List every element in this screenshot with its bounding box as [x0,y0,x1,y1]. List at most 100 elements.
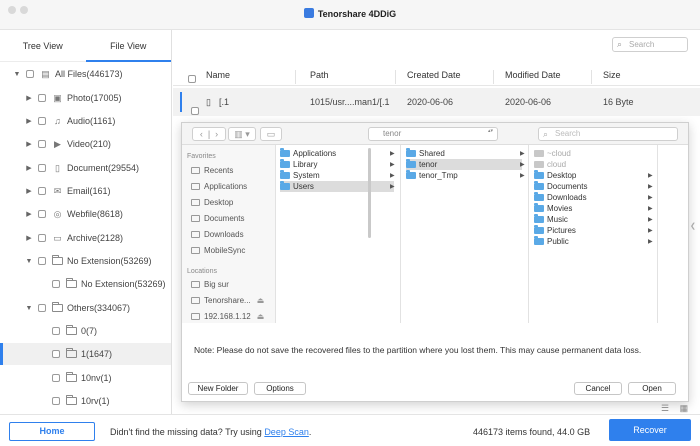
tree-item-archive[interactable]: ▶ ▭ Archive(2128) [0,227,171,249]
tree-item-all-files[interactable]: ▼ ▤ All Files(446173) [0,63,171,85]
expand-triangle-icon[interactable]: ▶ [24,94,34,102]
cancel-button[interactable]: Cancel [574,382,622,395]
column-item-desktop[interactable]: Desktop [534,170,576,181]
checkbox[interactable] [188,75,196,83]
tree-item-1[interactable]: 1(1647) [0,343,171,365]
checkbox[interactable] [38,210,46,218]
column-item-tenor-tmp[interactable]: tenor_Tmp [406,170,522,181]
checkbox[interactable] [52,280,60,288]
column-item-library[interactable]: Library [280,159,394,170]
checkbox[interactable] [38,257,46,265]
column-divider[interactable] [295,70,296,84]
tree-item-audio[interactable]: ▶ ♫ Audio(1161) [0,110,171,132]
sidebar-mobilesync[interactable]: MobileSync [191,246,245,255]
tree-item-0[interactable]: 0(7) [0,320,171,342]
column-size[interactable]: Size [603,70,621,80]
column-item-applications[interactable]: Applications [280,148,394,159]
checkbox[interactable] [38,94,46,102]
column-item-users[interactable]: Users [280,181,394,192]
tree-item-video[interactable]: ▶ ▶ Video(210) [0,133,171,155]
tree-item-document[interactable]: ▶ ▯ Document(29554) [0,157,171,179]
checkbox[interactable] [52,374,60,382]
eject-icon[interactable]: ⏏ [257,312,265,321]
sidebar-documents[interactable]: Documents [191,214,244,223]
column-item-downloads[interactable]: Downloads [534,192,587,203]
folder-icon [406,159,416,168]
checkbox[interactable] [38,140,46,148]
collapse-triangle-icon[interactable]: ▼ [24,258,34,265]
expand-triangle-icon[interactable]: ▶ [24,117,34,125]
column-modified[interactable]: Modified Date [505,70,561,80]
collapse-triangle-icon[interactable]: ▼ [24,305,34,312]
table-row[interactable]: ▯ [.1 1015/usr....man1/[.1 2020-06-06 20… [173,88,700,116]
checkbox[interactable] [26,70,34,78]
tree-item-email[interactable]: ▶ ✉ Email(161) [0,180,171,202]
new-folder-button[interactable]: New Folder [188,382,248,395]
checkbox[interactable] [38,187,46,195]
search-input[interactable]: Search [612,37,688,52]
sidebar-desktop[interactable]: Desktop [191,198,233,207]
column-item-system[interactable]: System [280,170,394,181]
checkbox[interactable] [52,397,60,405]
recover-button[interactable]: Recover [609,419,691,441]
home-button[interactable]: Home [9,422,95,441]
checkbox[interactable] [52,327,60,335]
tree-item-webfile[interactable]: ▶ ◎ Webfile(8618) [0,203,171,225]
view-mode-button[interactable]: ▥ ▾ [228,127,256,141]
tree-item-photo[interactable]: ▶ ▣ Photo(17005) [0,87,171,109]
sidebar-tenorshare[interactable]: Tenorshare... ⏏ [191,296,264,305]
deep-scan-link[interactable]: Deep Scan [264,427,309,437]
checkbox[interactable] [38,117,46,125]
column-created[interactable]: Created Date [407,70,461,80]
checkbox[interactable] [191,107,199,115]
tree-item-others[interactable]: ▼ Others(334067) [0,297,171,319]
sidebar-applications[interactable]: Applications [191,182,247,191]
open-button[interactable]: Open [628,382,676,395]
panel-collapse-handle-icon[interactable]: ❮ [690,222,696,230]
column-item-shared[interactable]: Shared [406,148,522,159]
expand-triangle-icon[interactable]: ▶ [24,187,34,195]
tree-item-10nv[interactable]: 10nv(1) [0,367,171,389]
checkbox[interactable] [38,164,46,172]
tab-file-view[interactable]: File View [85,30,172,62]
grid-view-icon[interactable]: ▦ [680,403,689,413]
column-divider[interactable] [591,70,592,84]
folder-icon [191,247,200,254]
tree-item-10rv[interactable]: 10rv(1) [0,390,171,412]
dialog-search-input[interactable]: Search [538,127,678,141]
tree-item-no-extension[interactable]: ▼ No Extension(53269) [0,250,171,272]
sidebar-downloads[interactable]: Downloads [191,230,244,239]
collapse-triangle-icon[interactable]: ▼ [12,71,22,78]
column-name[interactable]: Name [206,70,230,80]
sidebar-recents[interactable]: Recents [191,166,233,175]
checkbox[interactable] [52,350,60,358]
tab-tree-view[interactable]: Tree View [0,30,86,61]
column-divider[interactable] [493,70,494,84]
column-item-cloud[interactable]: cloud [534,159,566,170]
tree-item-no-extension-child[interactable]: No Extension(53269) [0,273,171,295]
expand-triangle-icon[interactable]: ▶ [24,164,34,172]
eject-icon[interactable]: ⏏ [257,296,265,305]
column-item-documents[interactable]: Documents [534,181,587,192]
scrollbar[interactable] [368,148,371,238]
column-item-music[interactable]: Music [534,214,568,225]
column-item-public[interactable]: Public [534,236,569,247]
checkbox[interactable] [38,234,46,242]
options-button[interactable]: Options [254,382,306,395]
sidebar-big-sur[interactable]: Big sur [191,280,229,289]
column-item-tilde-cloud[interactable]: ~cloud [534,148,571,159]
expand-triangle-icon[interactable]: ▶ [24,234,34,242]
column-item-movies[interactable]: Movies [534,203,572,214]
column-path[interactable]: Path [310,70,329,80]
column-item-pictures[interactable]: Pictures [534,225,576,236]
checkbox[interactable] [38,304,46,312]
location-select[interactable]: tenor [368,127,498,141]
back-forward-buttons[interactable]: ‹ | › [192,127,226,141]
expand-triangle-icon[interactable]: ▶ [24,140,34,148]
expand-triangle-icon[interactable]: ▶ [24,210,34,218]
new-folder-icon[interactable]: ▭ [260,127,282,141]
column-divider[interactable] [395,70,396,84]
sidebar-network[interactable]: 192.168.1.12 ⏏ [191,312,264,321]
column-item-tenor[interactable]: tenor [406,159,522,170]
list-view-icon[interactable]: ☰ [661,403,669,413]
